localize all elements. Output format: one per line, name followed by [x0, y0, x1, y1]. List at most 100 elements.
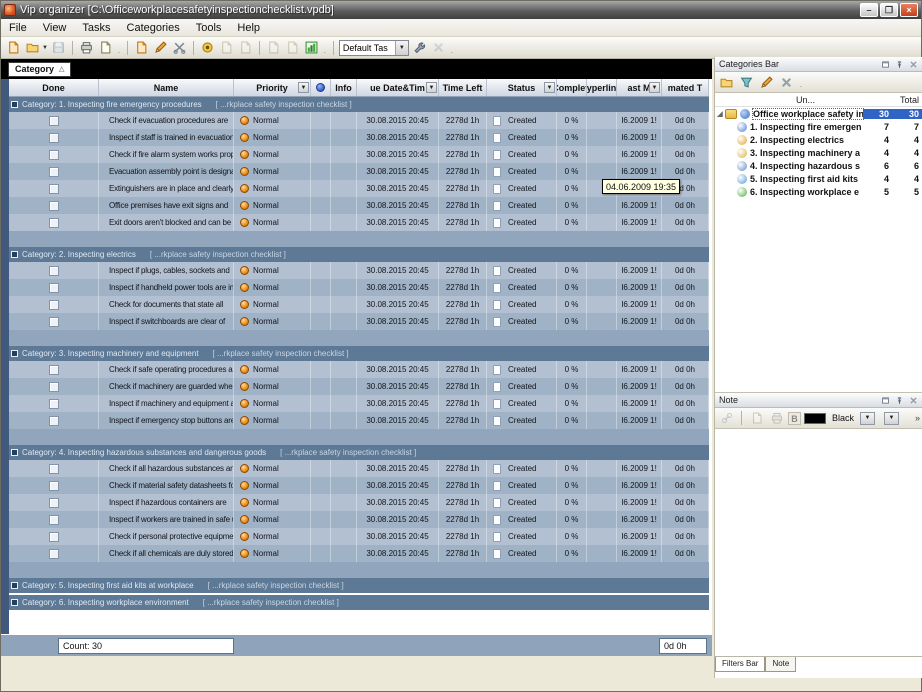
categories-toolbar-overflow[interactable]: .: [800, 82, 802, 92]
task-row[interactable]: Check if evacuation procedures areNormal…: [9, 112, 709, 129]
delete-task-button[interactable]: [171, 39, 188, 56]
panel-close-icon[interactable]: [908, 395, 919, 405]
menu-item-file[interactable]: File: [1, 20, 35, 36]
task-row[interactable]: Check if all hazardous substances andNor…: [9, 460, 709, 477]
task-row[interactable]: Check if fire alarm system works properl…: [9, 146, 709, 163]
task-row[interactable]: Inspect if workers are trained in safe u…: [9, 511, 709, 528]
menu-item-categories[interactable]: Categories: [119, 20, 188, 36]
column-header-completed[interactable]: Completi: [557, 79, 587, 96]
report-chart-button[interactable]: [303, 39, 320, 56]
done-checkbox[interactable]: [49, 532, 59, 542]
category-row[interactable]: Category: 2. Inspecting electrics[ ...rk…: [9, 247, 709, 262]
task-row[interactable]: Inspect if handheld power tools are inNo…: [9, 279, 709, 296]
panel-close-icon[interactable]: [908, 59, 919, 69]
column-header-hyperlink[interactable]: lyperlinl: [587, 79, 617, 96]
move-up-button[interactable]: [218, 39, 235, 56]
default-task-dropdown[interactable]: Default Tas ▼: [339, 40, 409, 56]
save-button[interactable]: [50, 39, 67, 56]
complete-task-button[interactable]: [199, 39, 216, 56]
task-row[interactable]: Check if safe operating procedures areNo…: [9, 361, 709, 378]
new-task-button[interactable]: [133, 39, 150, 56]
done-checkbox[interactable]: [49, 464, 59, 474]
column-filter-dropdown-icon[interactable]: ▼: [426, 82, 437, 93]
task-row[interactable]: Inspect if switchboards are clear ofNorm…: [9, 313, 709, 330]
category-expand-icon[interactable]: [11, 251, 18, 258]
open-file-button[interactable]: [24, 39, 41, 56]
filter-category-button[interactable]: [738, 74, 755, 91]
column-header-priority[interactable]: Priority▼: [234, 79, 311, 96]
tab-note[interactable]: Note: [765, 657, 796, 672]
done-checkbox[interactable]: [49, 515, 59, 525]
dropdown-arrow-icon[interactable]: ▼: [395, 41, 408, 55]
column-header-due[interactable]: ue Date&Tim▼: [357, 79, 439, 96]
print-button[interactable]: [78, 39, 95, 56]
close-button[interactable]: ×: [900, 3, 918, 17]
font-size-dropdown[interactable]: ▼: [884, 412, 899, 425]
column-total[interactable]: Total: [889, 95, 922, 105]
column-header-name[interactable]: Name: [99, 79, 234, 96]
done-checkbox[interactable]: [49, 266, 59, 276]
done-checkbox[interactable]: [49, 365, 59, 375]
column-header-status[interactable]: Status▼: [487, 79, 557, 96]
tree-category-row[interactable]: 1. Inspecting fire emergen77: [715, 120, 922, 133]
done-checkbox[interactable]: [49, 481, 59, 491]
tree-category-row[interactable]: 2. Inspecting electrics44: [715, 133, 922, 146]
task-row[interactable]: Check if personal protective equipment i…: [9, 528, 709, 545]
panel-pin-icon[interactable]: [894, 59, 905, 69]
indent-button[interactable]: [265, 39, 282, 56]
task-row[interactable]: Inspect if machinery and equipment areNo…: [9, 395, 709, 412]
tab-filters-bar[interactable]: Filters Bar: [715, 657, 765, 672]
column-header-timeleft[interactable]: Time Left: [439, 79, 487, 96]
tree-category-row[interactable]: 5. Inspecting first aid kits44: [715, 172, 922, 185]
tree-expander-icon[interactable]: ◢: [715, 110, 725, 118]
bold-button[interactable]: B: [788, 412, 801, 425]
done-checkbox[interactable]: [49, 116, 59, 126]
column-filter-dropdown-icon[interactable]: ▼: [298, 82, 309, 93]
task-row[interactable]: Inspect if staff is trained in evacuatio…: [9, 129, 709, 146]
font-color-dropdown[interactable]: ▼: [860, 412, 875, 425]
task-row[interactable]: Check if machinery are guarded whereNorm…: [9, 378, 709, 395]
panel-window-icon[interactable]: [880, 59, 891, 69]
category-expand-icon[interactable]: [11, 449, 18, 456]
done-checkbox[interactable]: [49, 184, 59, 194]
done-checkbox[interactable]: [49, 167, 59, 177]
outdent-button[interactable]: [284, 39, 301, 56]
done-checkbox[interactable]: [49, 498, 59, 508]
column-header-info[interactable]: Info: [331, 79, 357, 96]
tree-category-row[interactable]: 3. Inspecting machinery a44: [715, 146, 922, 159]
column-filter-dropdown-icon[interactable]: ▼: [544, 82, 555, 93]
task-row[interactable]: Check if all chemicals are duly storedNo…: [9, 545, 709, 562]
done-checkbox[interactable]: [49, 150, 59, 160]
category-row[interactable]: Category: 6. Inspecting workplace enviro…: [9, 595, 709, 610]
column-header-estimated[interactable]: mated T: [662, 79, 709, 96]
done-checkbox[interactable]: [49, 283, 59, 293]
task-row[interactable]: Inspect if emergency stop buttons are in…: [9, 412, 709, 429]
panel-pin-icon[interactable]: [894, 395, 905, 405]
done-checkbox[interactable]: [49, 133, 59, 143]
column-header-done[interactable]: Done: [9, 79, 99, 96]
category-row[interactable]: Category: 3. Inspecting machinery and eq…: [9, 346, 709, 361]
open-file-caret-icon[interactable]: ▼: [42, 45, 48, 51]
category-expand-icon[interactable]: [11, 582, 18, 589]
menu-item-tools[interactable]: Tools: [188, 20, 230, 36]
edit-category-button[interactable]: [758, 74, 775, 91]
title-bar[interactable]: Vip organizer [C:\Officeworkplacesafetyi…: [1, 1, 921, 19]
font-color-swatch[interactable]: [804, 413, 826, 424]
move-down-button[interactable]: [237, 39, 254, 56]
task-row[interactable]: Office premises have exit signs andNorma…: [9, 197, 709, 214]
category-row[interactable]: Category: 4. Inspecting hazardous substa…: [9, 445, 709, 460]
task-row[interactable]: Inspect if plugs, cables, sockets andNor…: [9, 262, 709, 279]
done-checkbox[interactable]: [49, 201, 59, 211]
done-checkbox[interactable]: [49, 399, 59, 409]
note-link-icon[interactable]: [718, 410, 735, 427]
edit-task-button[interactable]: [152, 39, 169, 56]
category-row[interactable]: Category: 5. Inspecting first aid kits a…: [9, 578, 709, 593]
category-expand-icon[interactable]: [11, 599, 18, 606]
task-row[interactable]: Check for documents that state allNormal…: [9, 296, 709, 313]
menu-item-view[interactable]: View: [35, 20, 75, 36]
category-expand-icon[interactable]: [11, 101, 18, 108]
column-unassigned[interactable]: Un...: [785, 95, 819, 105]
column-header-lastm[interactable]: ast M▼: [617, 79, 662, 96]
note-print-icon[interactable]: [768, 410, 785, 427]
new-file-button[interactable]: [5, 39, 22, 56]
